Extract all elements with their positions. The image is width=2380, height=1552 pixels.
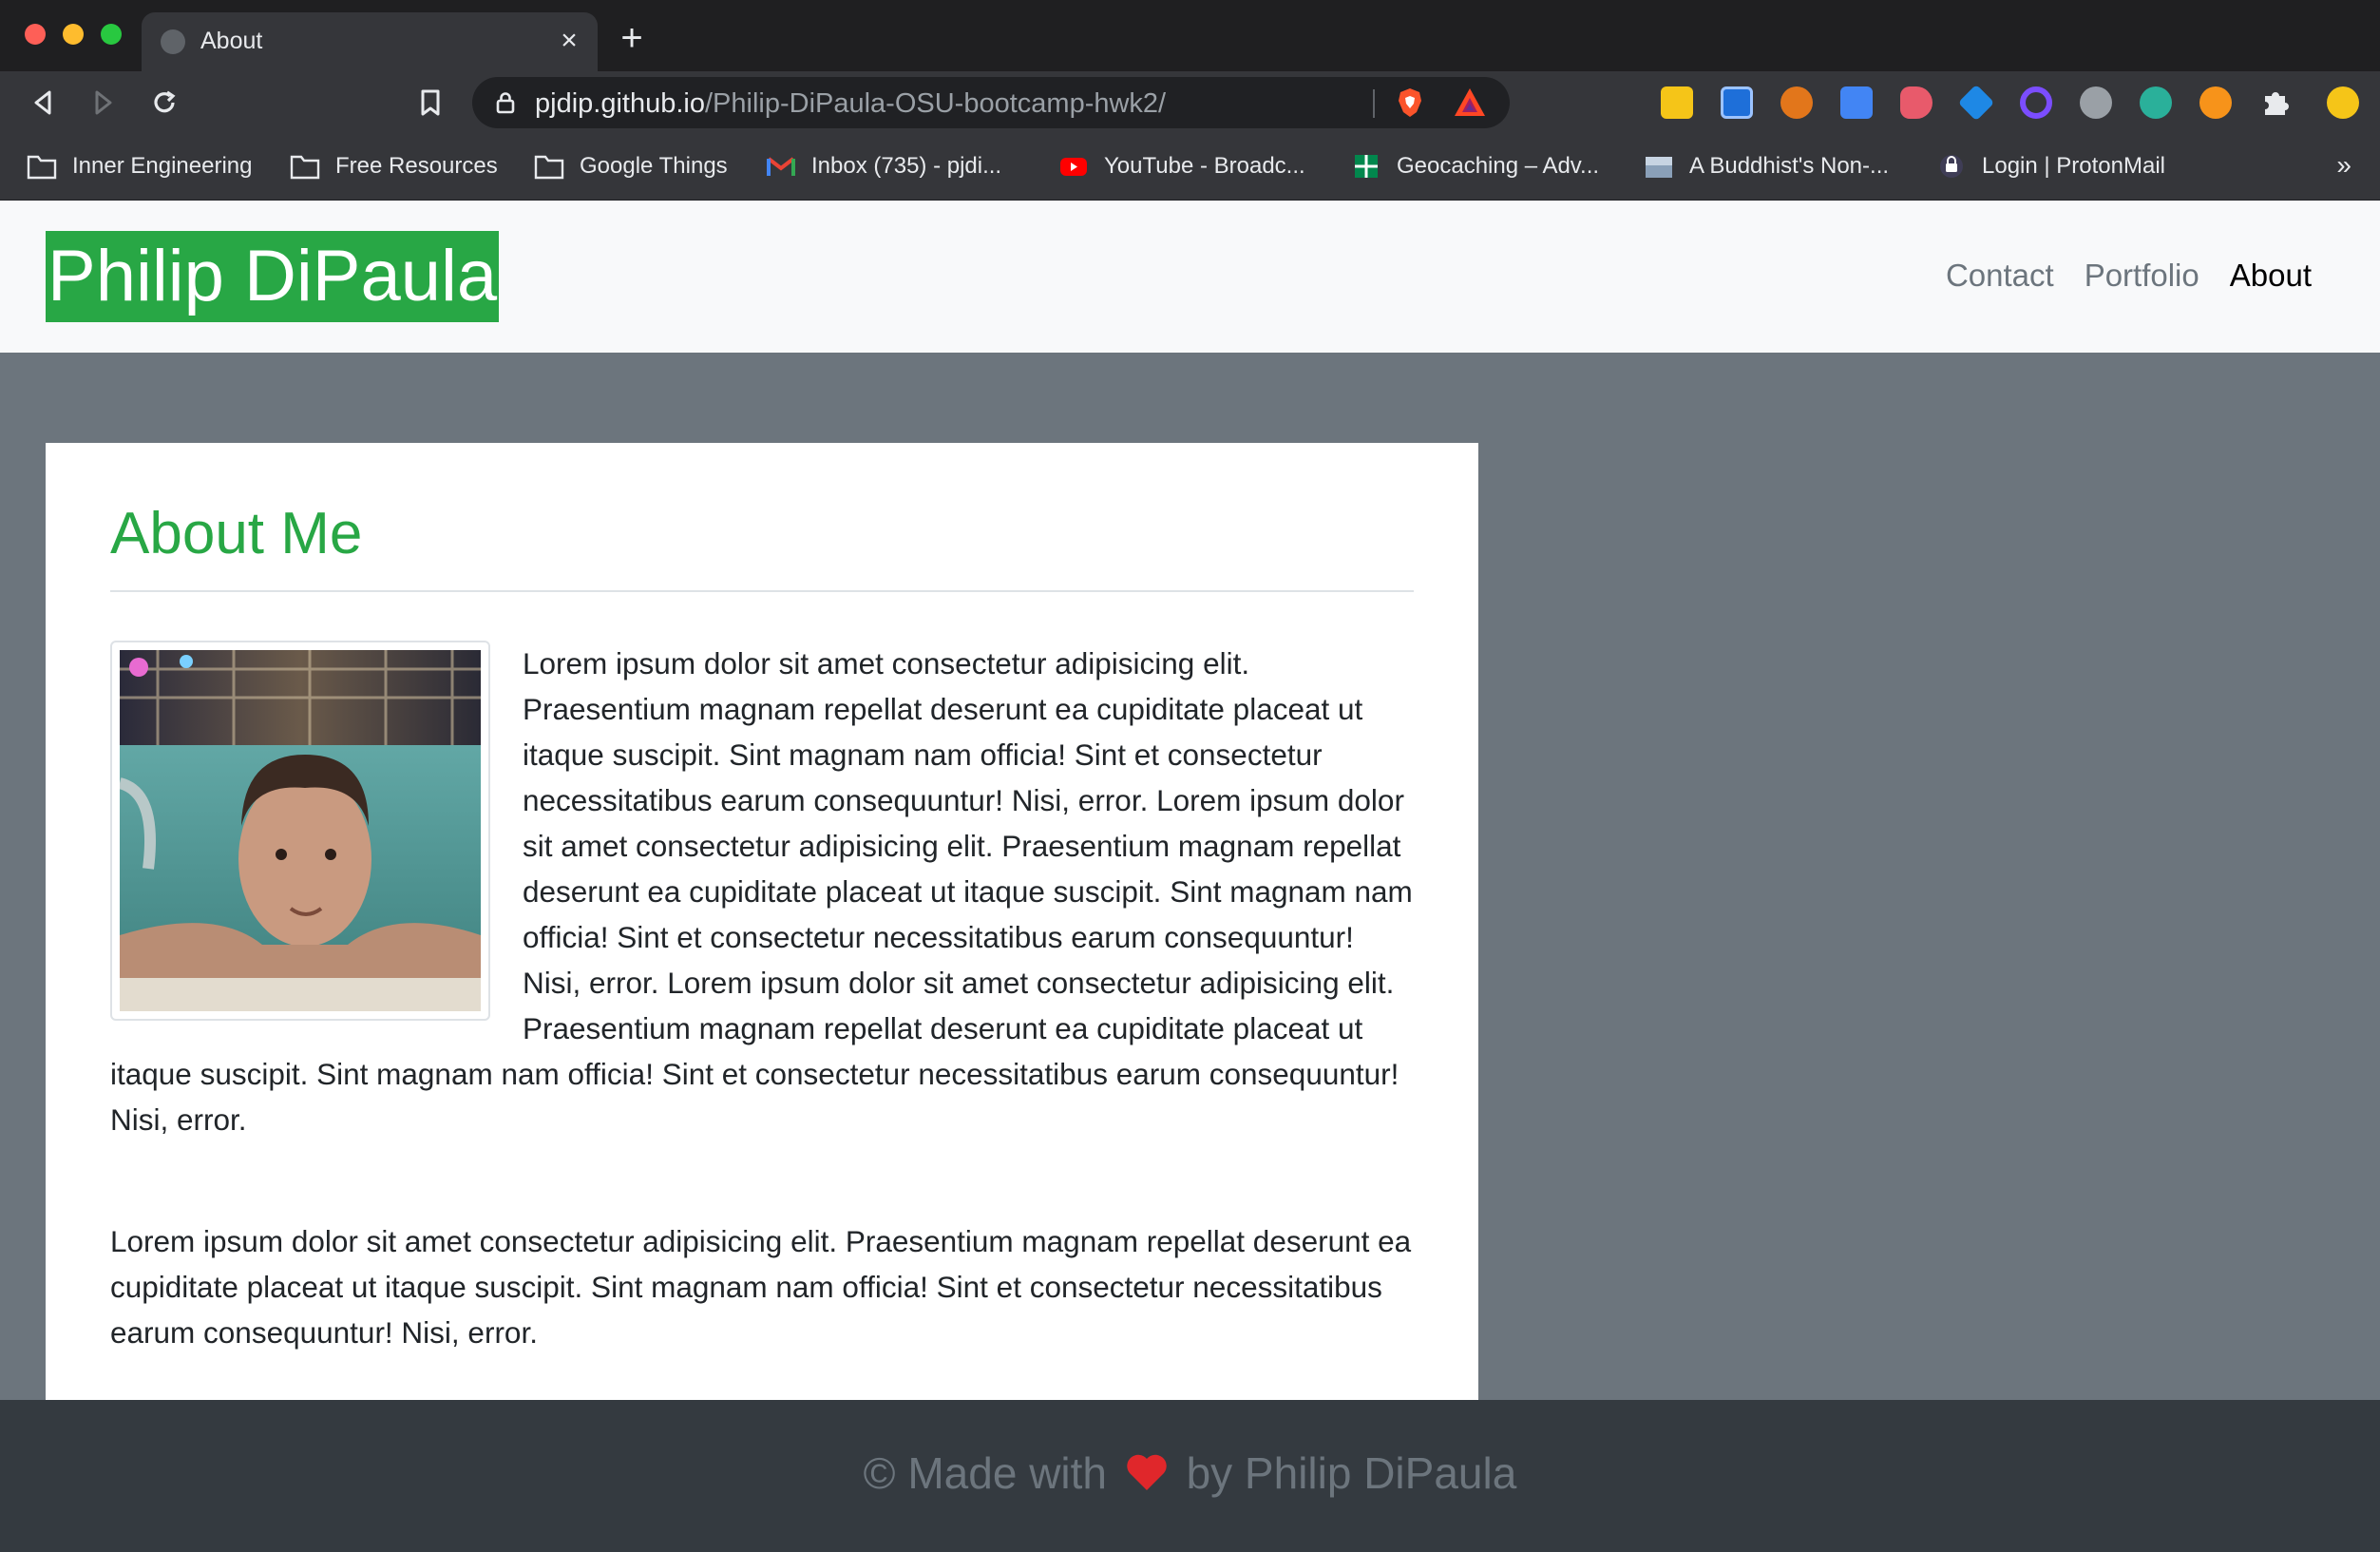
new-tab-button[interactable]: + (613, 19, 651, 57)
close-tab-button[interactable]: × (552, 24, 586, 58)
bookmark-item[interactable]: Free Resources (290, 147, 498, 185)
folder-icon (290, 155, 320, 180)
bookmarks-bar: Inner Engineering Free Resources Google … (0, 133, 2380, 201)
image-icon (1646, 157, 1672, 178)
brave-rewards-icon[interactable] (1453, 86, 1487, 119)
site-nav-links: Contact Portfolio About (1946, 258, 2312, 294)
back-arrow-icon (34, 90, 51, 115)
bookmark-item[interactable]: Geocaching – Adv... (1351, 147, 1599, 185)
folder-icon (534, 155, 564, 180)
forward-arrow-icon (95, 90, 112, 115)
tab-about[interactable]: About × (142, 12, 598, 71)
protonmail-icon (1940, 155, 1963, 178)
zoom-window-button[interactable] (101, 24, 122, 45)
geocaching-icon (1355, 155, 1378, 178)
nav-link-portfolio[interactable]: Portfolio (2085, 258, 2199, 294)
bookmark-item[interactable]: A Buddhist's Non-... (1644, 147, 1889, 185)
google-translate-icon[interactable] (1840, 86, 1873, 119)
bookmark-item[interactable]: Inbox (735) - pjdi... (766, 147, 1001, 185)
close-window-button[interactable] (25, 24, 46, 45)
minimize-window-button[interactable] (63, 24, 84, 45)
bookmark-item[interactable]: Google Things (534, 147, 728, 185)
browser-chrome: About × + pjdip.github.io/Philip-DiPaula… (0, 0, 2380, 201)
about-card: About Me Lorem ipsum dolor sit amet cons… (46, 443, 1478, 1401)
about-body: Lorem ipsum dolor sit amet consectetur a… (110, 641, 1416, 1355)
about-title: About Me (110, 501, 363, 566)
site-footer: © Made with by Philip DiPaula (0, 1400, 2380, 1552)
tab-title: About (200, 28, 263, 54)
forward-button[interactable] (86, 85, 122, 121)
bookmarks-overflow-button[interactable]: » (2336, 150, 2351, 181)
about-paragraph: Lorem ipsum dolor sit amet consectetur a… (110, 1224, 1412, 1350)
nav-link-contact[interactable]: Contact (1946, 258, 2054, 294)
omnibox-divider (1373, 89, 1375, 118)
gmail-icon (767, 157, 795, 176)
browser-toolbar: pjdip.github.io/Philip-DiPaula-OSU-bootc… (0, 71, 2380, 133)
profile-avatar-icon[interactable] (2327, 86, 2359, 119)
globe-icon (161, 29, 185, 54)
brave-shields-icon[interactable] (1394, 86, 1426, 119)
reload-icon (154, 90, 176, 113)
extension-ring-icon[interactable] (2020, 86, 2052, 119)
gear-icon[interactable] (2080, 86, 2112, 119)
site-navbar: Philip DiPaula Contact Portfolio About (0, 201, 2380, 353)
footer-text: © Made with by Philip DiPaula (863, 1448, 1517, 1498)
extension-arrow-icon[interactable] (1900, 86, 1933, 119)
extension-p-icon[interactable] (1721, 86, 1753, 119)
profile-photo-image (120, 650, 481, 1011)
bookmark-page-button[interactable] (412, 85, 448, 121)
back-button[interactable] (25, 85, 61, 121)
folder-icon (27, 155, 57, 180)
tab-strip: About × + (0, 0, 2380, 71)
bookmark-item[interactable]: Login | ProtonMail (1936, 147, 2165, 185)
bookmark-item[interactable]: YouTube - Broadc... (1058, 147, 1305, 185)
lock-icon[interactable] (493, 90, 518, 115)
profile-photo (110, 641, 490, 1021)
title-divider (110, 590, 1414, 592)
metamask-icon[interactable] (1780, 86, 1813, 119)
address-bar[interactable]: pjdip.github.io/Philip-DiPaula-OSU-bootc… (472, 77, 1510, 128)
url-text: pjdip.github.io/Philip-DiPaula-OSU-bootc… (535, 88, 1167, 119)
youtube-icon (1060, 158, 1087, 176)
extension-knot-icon[interactable] (2140, 86, 2172, 119)
reload-button[interactable] (146, 85, 182, 121)
bookmark-item[interactable]: Inner Engineering (27, 147, 252, 185)
extension-coin-icon[interactable] (2199, 86, 2232, 119)
nav-link-about[interactable]: About (2230, 258, 2312, 294)
bookmark-icon (421, 89, 440, 116)
heart-icon (1127, 1454, 1167, 1490)
site-brand[interactable]: Philip DiPaula (46, 231, 500, 322)
puzzle-extensions-icon[interactable] (2259, 86, 2292, 119)
extension-notes-icon[interactable] (1661, 86, 1693, 119)
extension-diamond-icon[interactable] (1957, 84, 1995, 122)
